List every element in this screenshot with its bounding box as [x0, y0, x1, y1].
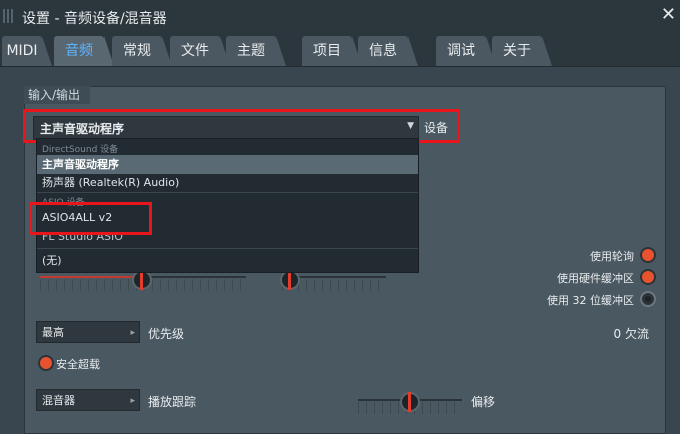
- safe-overload-label: 安全超载: [56, 358, 100, 371]
- option-hw-buffer[interactable]: 使用硬件缓冲区: [516, 268, 656, 286]
- asio4all-highlight-box: [29, 202, 152, 235]
- option-polling-label: 使用轮询: [590, 250, 634, 263]
- chevron-right-icon: ▸: [130, 328, 135, 338]
- buffer-slider-fill: [40, 276, 140, 278]
- option-32bit-buffer-label: 使用 32 位缓冲区: [547, 294, 634, 307]
- tab-project[interactable]: 项目: [302, 36, 362, 66]
- divider: [37, 248, 418, 249]
- mix-offset-slider-knob[interactable]: [400, 392, 420, 412]
- list-item-speaker[interactable]: 扬声器 (Realtek(R) Audio): [37, 173, 418, 192]
- buffer-slider-knob[interactable]: [132, 270, 152, 290]
- mixer-dropdown-value: 混音器: [42, 394, 75, 407]
- title-bar: 设置 - 音频设备/混音器 ✕: [0, 0, 680, 34]
- offset-label: 偏移: [471, 395, 496, 409]
- tab-theme[interactable]: 主题: [226, 36, 286, 66]
- tab-debug[interactable]: 调试: [436, 36, 496, 66]
- safe-overload-radio[interactable]: [38, 355, 54, 371]
- option-polling-radio[interactable]: [640, 247, 656, 263]
- offset-slider-knob[interactable]: [280, 270, 300, 290]
- buffer-slider-track[interactable]: [140, 276, 246, 278]
- priority-label: 优先级: [148, 327, 185, 341]
- group-directsound: DirectSound 设备: [42, 145, 119, 155]
- list-item-primary-driver[interactable]: 主声音驱动程序: [37, 155, 418, 174]
- list-item-none[interactable]: (无): [37, 251, 418, 270]
- option-hw-buffer-radio[interactable]: [640, 269, 656, 285]
- mixer-dropdown[interactable]: 混音器 ▸: [36, 389, 140, 411]
- tab-midi[interactable]: MIDI: [2, 36, 52, 66]
- window-title: 设置 - 音频设备/混音器: [22, 11, 167, 27]
- option-32bit-buffer-radio[interactable]: [640, 291, 656, 307]
- playback-tracking-label: 播放跟踪: [148, 395, 197, 409]
- close-icon[interactable]: ✕: [661, 4, 676, 25]
- chevron-right-icon: ▸: [130, 396, 135, 406]
- tab-audio[interactable]: 音频: [54, 36, 114, 66]
- option-32bit-buffer[interactable]: 使用 32 位缓冲区: [516, 290, 656, 308]
- tab-file[interactable]: 文件: [170, 36, 230, 66]
- tab-general[interactable]: 常规: [112, 36, 172, 66]
- option-hw-buffer-label: 使用硬件缓冲区: [557, 272, 634, 285]
- underruns-counter: 0 欠流: [613, 327, 649, 341]
- tab-info[interactable]: 信息: [358, 36, 418, 66]
- priority-dropdown-value: 最高: [42, 326, 64, 339]
- option-polling[interactable]: 使用轮询: [516, 246, 656, 264]
- priority-dropdown[interactable]: 最高 ▸: [36, 321, 140, 343]
- tab-bar: MIDI 音频 常规 文件 主题 项目 信息 调试 关于: [0, 34, 680, 67]
- grip-icon[interactable]: [3, 9, 15, 23]
- divider: [37, 192, 418, 193]
- tab-about[interactable]: 关于: [492, 36, 552, 66]
- io-section-label: 输入/输出: [24, 86, 91, 104]
